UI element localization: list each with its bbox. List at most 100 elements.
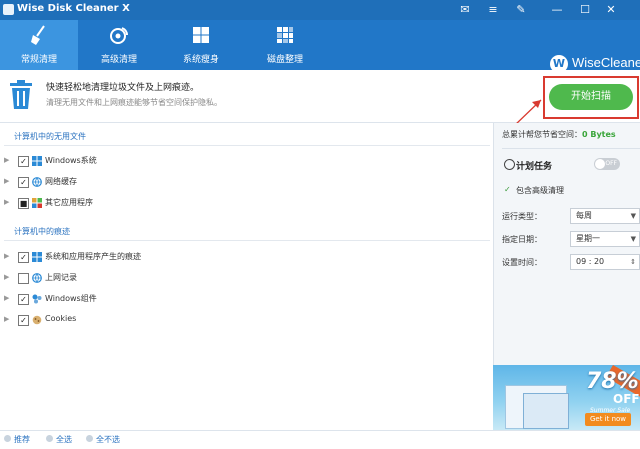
windows-icon — [193, 27, 209, 43]
checkbox[interactable]: ✓ — [18, 156, 29, 167]
scheduled-task-title: 计划任务 — [516, 162, 553, 172]
list-item[interactable]: ▶ ✓ Cookies — [0, 313, 480, 329]
expand-arrow-icon[interactable]: ▶ — [4, 156, 9, 164]
expand-arrow-icon[interactable]: ▶ — [4, 315, 9, 323]
components-icon — [32, 294, 42, 304]
tab-label: 常规清理 — [20, 55, 57, 65]
window-title: Wise Disk Cleaner X — [17, 3, 130, 14]
mail-icon[interactable]: ✉ — [458, 3, 472, 17]
checkbox[interactable]: ✓ — [18, 177, 29, 188]
time-label: 设置时间： — [502, 258, 542, 267]
space-saved-label: 总累计帮您节省空间： — [502, 130, 582, 139]
start-scan-button[interactable]: 开始扫描 — [549, 84, 633, 110]
tab-regular-clean[interactable]: 常规清理 — [0, 20, 78, 70]
run-type-value: 每周 — [576, 211, 592, 220]
checkbox[interactable]: ✓ — [18, 294, 29, 305]
date-value: 星期一 — [576, 234, 600, 243]
skin-icon[interactable]: ✎ — [514, 3, 528, 17]
select-none-link[interactable]: 全不选 — [96, 434, 120, 445]
maximize-icon[interactable]: ☐ — [578, 3, 592, 17]
item-label: Windows组件 — [45, 294, 97, 303]
tab-label: 磁盘整理 — [266, 55, 303, 65]
expand-arrow-icon[interactable]: ▶ — [4, 177, 9, 185]
schedule-toggle[interactable]: OFF — [594, 158, 620, 170]
spinner-icon: ⇕ — [630, 258, 636, 266]
run-type-row: 运行类型： 每周 ▼ — [494, 208, 640, 226]
disk-scan-icon — [110, 27, 128, 44]
checkbox[interactable]: ✓ — [18, 315, 29, 326]
include-advanced-label: 包含高级清理 — [516, 186, 564, 195]
section-traces-title: 计算机中的痕迹 — [14, 227, 70, 236]
list-item[interactable]: ▶ ■ 其它应用程序 — [0, 196, 480, 212]
time-row: 设置时间： 09 : 20 ⇕ — [494, 254, 640, 272]
expand-arrow-icon[interactable]: ▶ — [4, 198, 9, 206]
cookie-icon — [32, 315, 42, 325]
space-saved-summary: 总累计帮您节省空间：0 Bytes — [502, 129, 616, 140]
app-icon — [3, 4, 14, 15]
windows-icon — [32, 156, 42, 166]
clean-items-pane: 计算机中的无用文件 ▶ ✓ Windows系统 ▶ ✓ 网络缓存 ▶ ■ 其它应… — [0, 123, 493, 430]
globe-icon — [32, 177, 42, 187]
dropdown-arrow-icon: ▼ — [630, 212, 636, 220]
expand-arrow-icon[interactable]: ▶ — [4, 273, 9, 281]
recommend-icon — [4, 435, 11, 442]
item-label: Cookies — [45, 314, 77, 323]
get-it-now-button[interactable]: Get it now — [585, 413, 631, 426]
brand-name: WiseCleaner — [572, 55, 640, 70]
broom-icon — [31, 25, 45, 45]
checkbox-partial[interactable]: ■ — [18, 198, 29, 209]
list-item[interactable]: ▶ 上网记录 — [0, 271, 480, 287]
tab-label: 高级清理 — [100, 55, 137, 65]
promo-off: OFF — [613, 392, 640, 406]
defrag-icon — [277, 27, 293, 43]
menu-icon[interactable]: ≡ — [486, 3, 500, 17]
select-none-icon — [86, 435, 93, 442]
list-item[interactable]: ▶ ✓ Windows组件 — [0, 292, 480, 308]
list-item[interactable]: ▶ ✓ Windows系统 — [0, 154, 480, 170]
tab-advanced-clean[interactable]: 高级清理 — [80, 20, 158, 70]
item-label: 其它应用程序 — [45, 198, 93, 207]
divider — [4, 240, 490, 241]
item-label: 系统和应用程序产生的痕迹 — [45, 252, 141, 261]
check-icon: ✓ — [504, 185, 511, 194]
date-row: 指定日期： 星期一 ▼ — [494, 231, 640, 249]
run-type-label: 运行类型： — [502, 212, 542, 221]
tab-label: 系统瘦身 — [182, 55, 219, 65]
expand-arrow-icon[interactable]: ▶ — [4, 252, 9, 260]
close-icon[interactable]: ✕ — [604, 3, 618, 17]
time-input[interactable]: 09 : 20 ⇕ — [570, 254, 640, 270]
list-item[interactable]: ▶ ✓ 网络缓存 — [0, 175, 480, 191]
apps-icon — [32, 198, 42, 208]
select-all-link[interactable]: 全选 — [56, 434, 72, 445]
checkbox[interactable] — [18, 273, 29, 284]
date-label: 指定日期： — [502, 235, 542, 244]
tab-disk-defrag[interactable]: 磁盘整理 — [246, 20, 324, 70]
toggle-state: OFF — [605, 160, 617, 167]
item-label: 上网记录 — [45, 273, 77, 282]
minimize-icon[interactable]: — — [550, 3, 564, 17]
info-subtext: 清理无用文件和上网痕迹能够节省空间保护隐私。 — [46, 98, 222, 107]
windows-icon — [32, 252, 42, 262]
promo-banner[interactable]: 78% OFF Summer Sale Get it now — [493, 365, 640, 430]
list-item[interactable]: ▶ ✓ 系统和应用程序产生的痕迹 — [0, 250, 480, 266]
divider — [4, 145, 490, 146]
include-advanced-option[interactable]: ✓ 包含高级清理 — [504, 185, 564, 196]
tab-system-slim[interactable]: 系统瘦身 — [162, 20, 240, 70]
select-all-icon — [46, 435, 53, 442]
time-value: 09 : 20 — [576, 257, 605, 266]
space-saved-value: 0 Bytes — [582, 130, 616, 139]
section-junk-files-title: 计算机中的无用文件 — [14, 132, 86, 141]
run-type-select[interactable]: 每周 ▼ — [570, 208, 640, 224]
expand-arrow-icon[interactable]: ▶ — [4, 294, 9, 302]
checkbox[interactable]: ✓ — [18, 252, 29, 263]
item-label: 网络缓存 — [45, 177, 77, 186]
info-headline: 快速轻松地清理垃圾文件及上网痕迹。 — [46, 83, 200, 93]
globe-icon — [32, 273, 42, 283]
status-bar: 推荐 全选 全不选 — [0, 430, 640, 449]
toggle-knob — [595, 159, 605, 169]
clock-icon — [504, 159, 515, 170]
promo-percent: 78% — [586, 369, 639, 394]
product-box-image — [523, 393, 569, 429]
recommend-link[interactable]: 推荐 — [14, 434, 30, 445]
date-select[interactable]: 星期一 ▼ — [570, 231, 640, 247]
